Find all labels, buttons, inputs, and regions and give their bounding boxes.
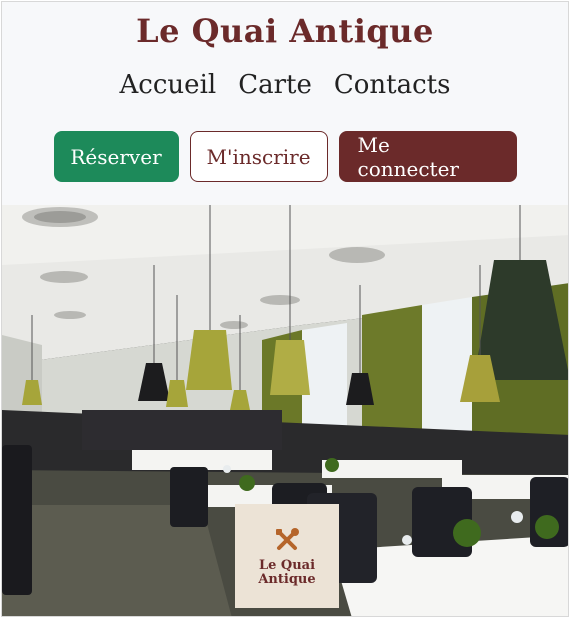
utensils-icon: [272, 525, 302, 555]
main-nav: Accueil Carte Contacts: [2, 70, 568, 100]
nav-link-carte[interactable]: Carte: [238, 70, 312, 100]
login-button[interactable]: Me connecter: [338, 131, 517, 182]
restaurant-photo: Le Quai Antique: [2, 205, 568, 616]
logo-card: Le Quai Antique: [235, 504, 339, 608]
action-buttons: Réserver M'inscrire Me connecter: [2, 131, 568, 182]
page-frame: Le Quai Antique Accueil Carte Contacts R…: [1, 1, 569, 617]
reserve-button[interactable]: Réserver: [53, 131, 179, 182]
logo-line-2: Antique: [258, 572, 316, 587]
logo-text: Le Quai Antique: [258, 559, 315, 587]
nav-link-accueil[interactable]: Accueil: [120, 70, 217, 100]
nav-link-contacts[interactable]: Contacts: [334, 70, 451, 100]
signup-button[interactable]: M'inscrire: [189, 131, 328, 182]
logo-line-1: Le Quai: [258, 558, 316, 573]
site-title: Le Quai Antique: [136, 12, 434, 50]
